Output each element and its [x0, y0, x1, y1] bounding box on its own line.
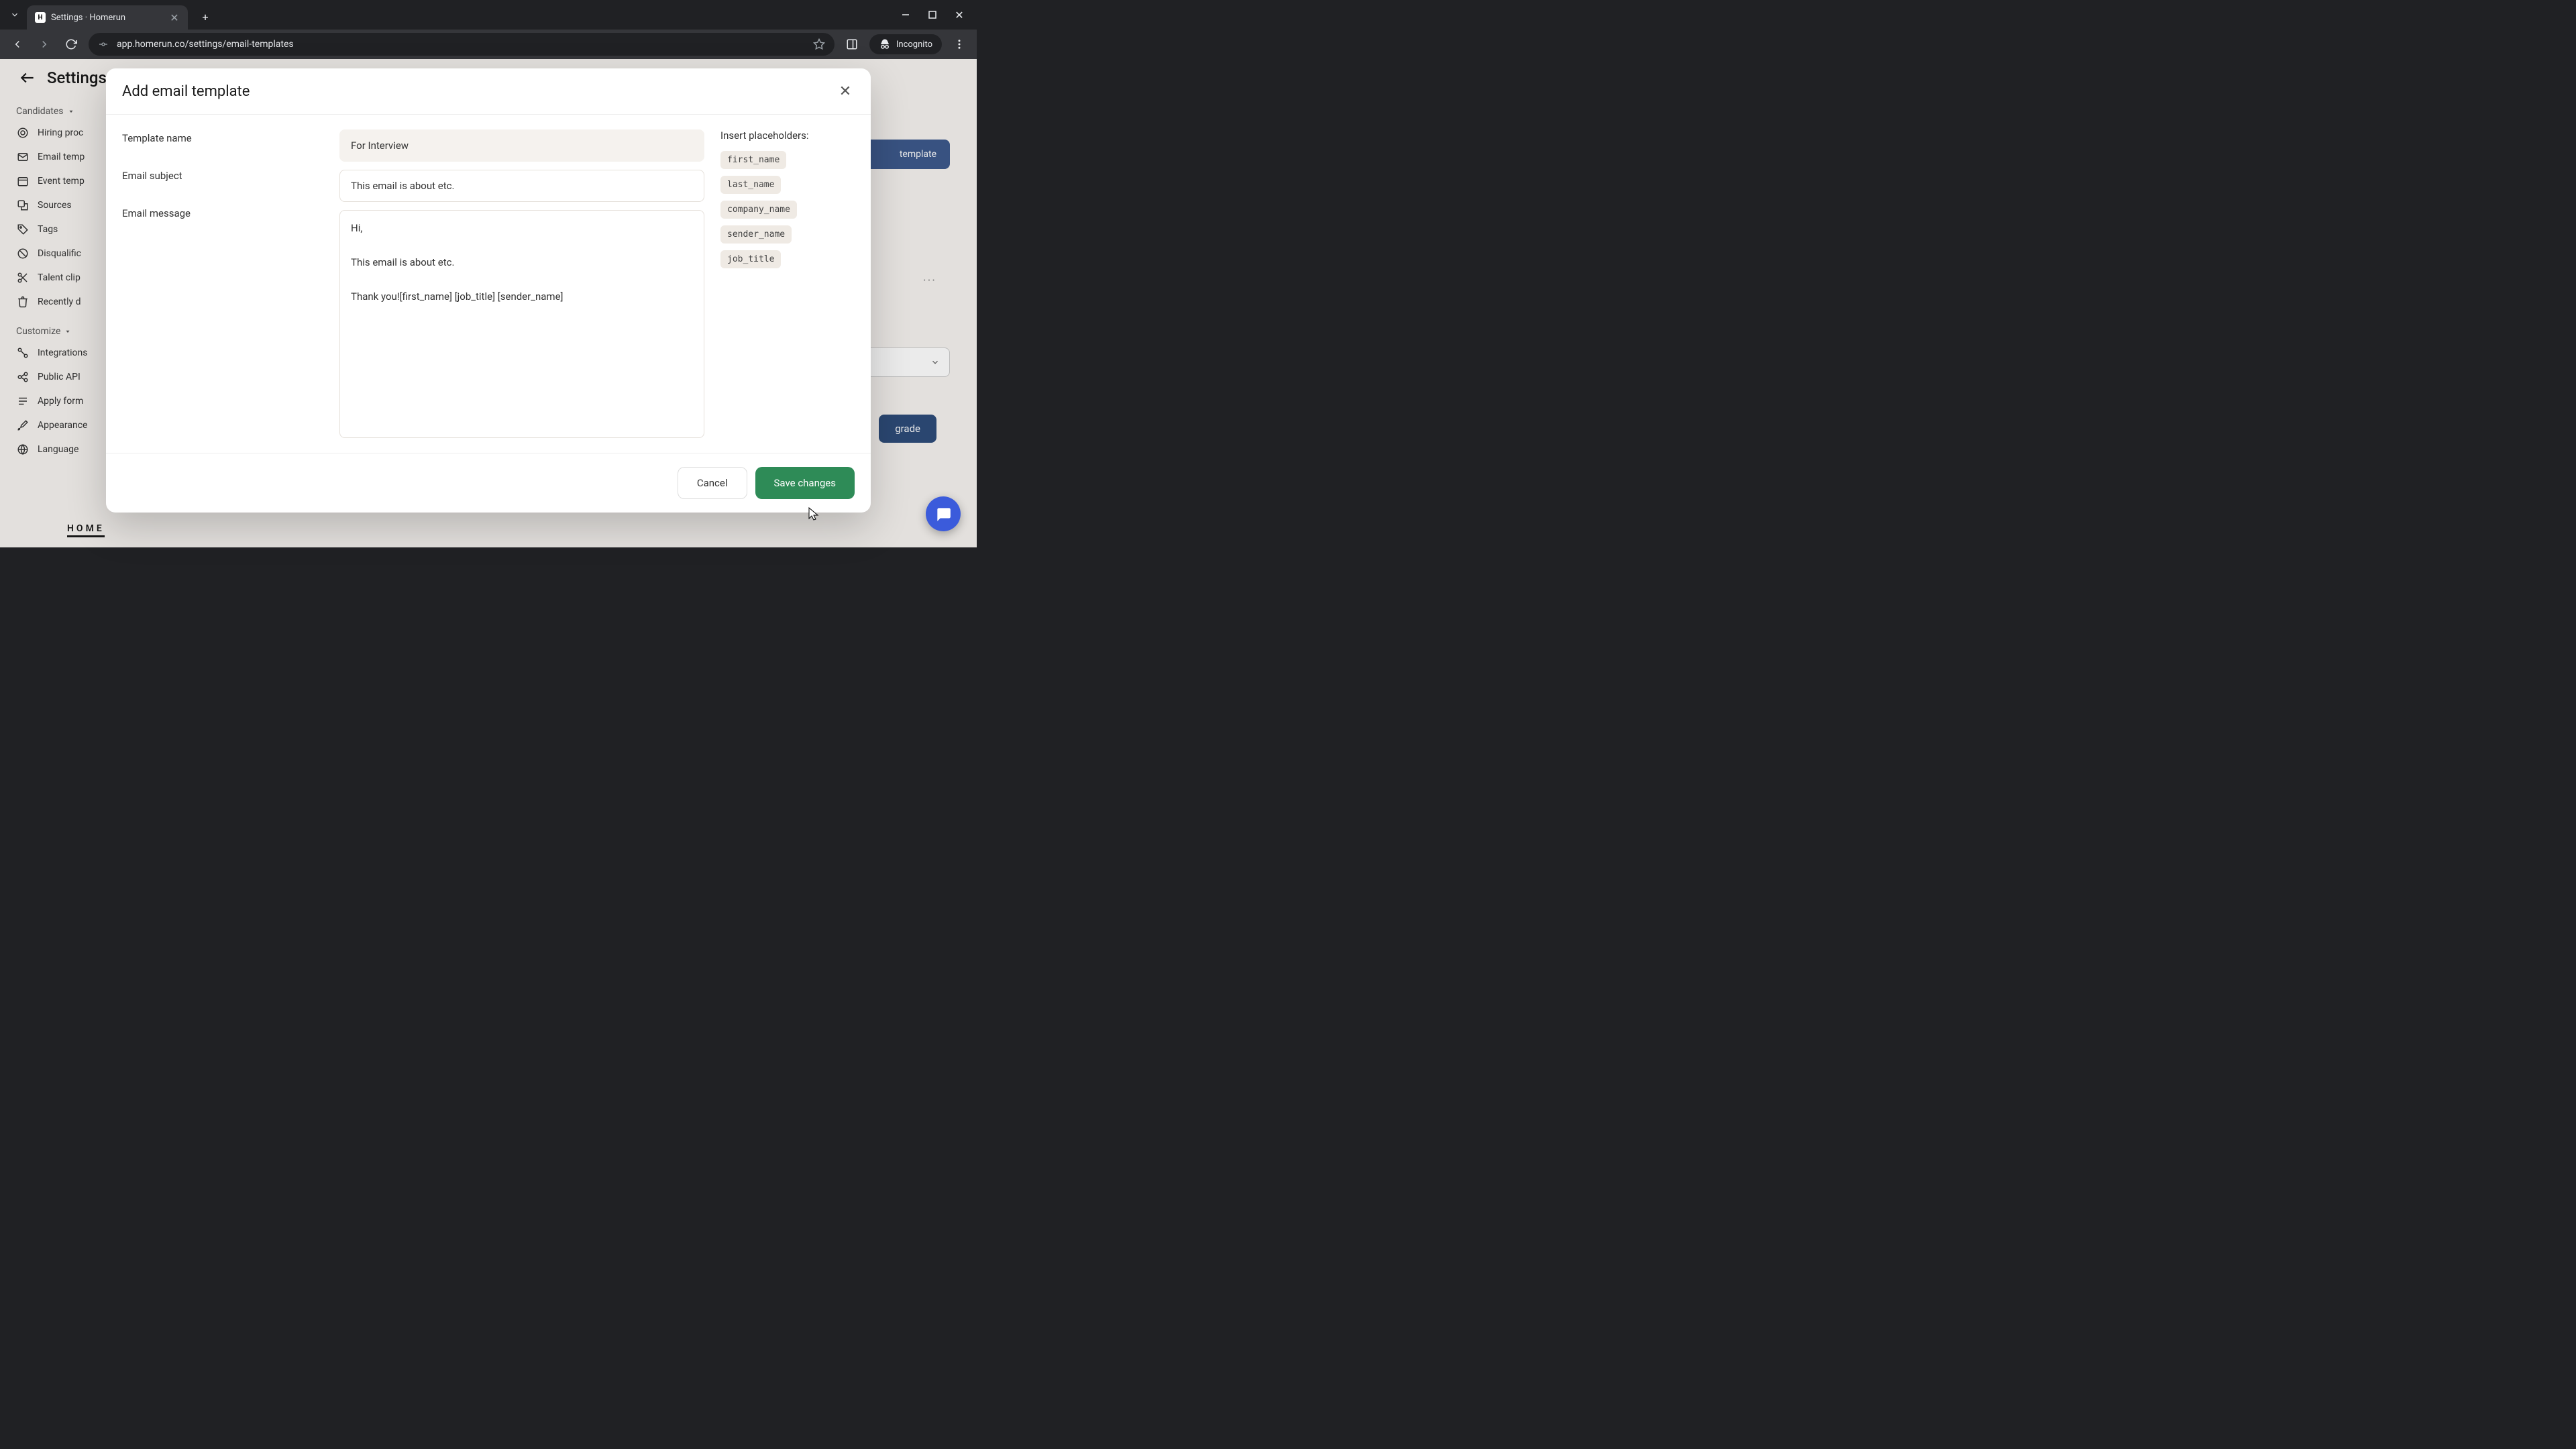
modal-overlay: Add email template ✕ Template name Email… — [0, 59, 977, 547]
cancel-button[interactable]: Cancel — [678, 467, 747, 499]
incognito-label: Incognito — [896, 40, 932, 50]
new-tab-button[interactable]: + — [196, 7, 215, 26]
side-panel-icon[interactable] — [843, 35, 861, 54]
email-subject-label: Email subject — [122, 170, 323, 182]
placeholder-chip-job-title[interactable]: job_title — [720, 250, 781, 268]
minimize-button[interactable] — [899, 8, 912, 21]
modal-close-icon[interactable]: ✕ — [836, 82, 855, 101]
placeholders-panel: Insert placeholders: first_name last_nam… — [720, 129, 855, 438]
tab-search-dropdown[interactable] — [5, 5, 24, 24]
browser-toolbar: app.homerun.co/settings/email-templates … — [0, 30, 977, 59]
browser-tab[interactable]: H Settings · Homerun ✕ — [27, 5, 188, 30]
placeholders-title: Insert placeholders: — [720, 129, 855, 142]
back-button[interactable] — [8, 35, 27, 54]
bookmark-icon[interactable] — [813, 38, 825, 50]
tab-title: Settings · Homerun — [51, 13, 164, 23]
form-labels-column: Template name Email subject Email messag… — [122, 129, 323, 438]
modal-header: Add email template ✕ — [106, 68, 871, 115]
placeholder-chip-last-name[interactable]: last_name — [720, 176, 781, 194]
incognito-badge[interactable]: Incognito — [869, 34, 942, 54]
url-bar[interactable]: app.homerun.co/settings/email-templates — [89, 33, 835, 56]
email-subject-input[interactable] — [339, 170, 704, 202]
site-info-icon[interactable] — [98, 39, 109, 50]
modal-footer: Cancel Save changes — [106, 453, 871, 513]
template-name-input[interactable] — [339, 129, 704, 162]
reload-button[interactable] — [62, 35, 80, 54]
tab-favicon: H — [35, 12, 46, 23]
forward-button[interactable] — [35, 35, 54, 54]
template-name-label: Template name — [122, 132, 323, 144]
modal-title: Add email template — [122, 83, 250, 100]
save-changes-button[interactable]: Save changes — [755, 467, 855, 499]
browser-menu-icon[interactable] — [950, 35, 969, 54]
chat-widget-button[interactable] — [926, 496, 961, 531]
url-text: app.homerun.co/settings/email-templates — [117, 39, 805, 50]
email-message-label: Email message — [122, 207, 323, 219]
placeholder-chip-sender-name[interactable]: sender_name — [720, 225, 792, 244]
placeholder-chip-company-name[interactable]: company_name — [720, 201, 797, 219]
tab-close-icon[interactable]: ✕ — [169, 12, 180, 23]
form-inputs-column — [339, 129, 704, 438]
browser-tab-strip: H Settings · Homerun ✕ + ✕ — [0, 0, 977, 30]
modal-body: Template name Email subject Email messag… — [106, 115, 871, 453]
maximize-button[interactable] — [926, 8, 939, 21]
email-message-input[interactable] — [339, 210, 704, 438]
window-controls: ✕ — [899, 8, 971, 21]
close-window-button[interactable]: ✕ — [953, 8, 966, 21]
placeholder-chip-first-name[interactable]: first_name — [720, 151, 786, 169]
add-email-template-modal: Add email template ✕ Template name Email… — [106, 68, 871, 513]
